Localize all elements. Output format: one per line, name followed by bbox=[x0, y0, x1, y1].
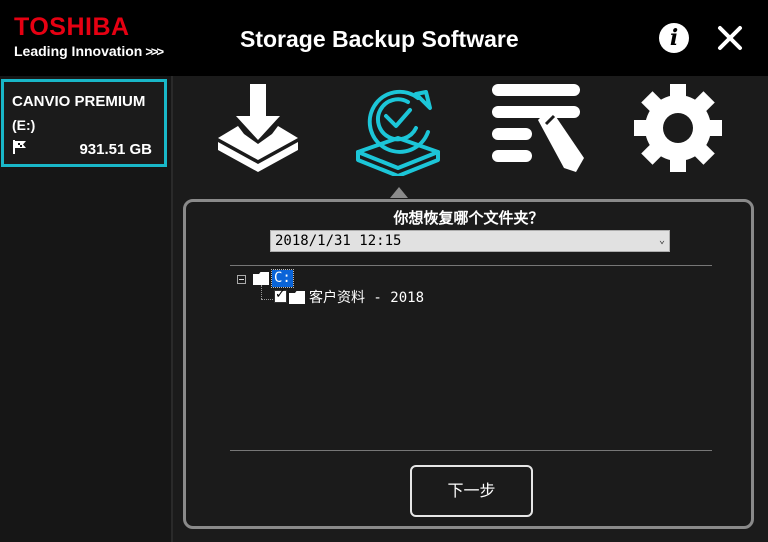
drive-letter: (E:) bbox=[12, 117, 36, 133]
backup-version-select[interactable]: 2018/1/31 12:15 ⌄ bbox=[270, 230, 670, 252]
tagline-text: Leading Innovation bbox=[14, 43, 143, 59]
tree-connector bbox=[261, 285, 262, 299]
app-title: Storage Backup Software bbox=[240, 26, 519, 52]
active-tab-pointer bbox=[390, 187, 408, 198]
flag-icon bbox=[13, 140, 26, 154]
tree-item-customer-data[interactable]: 客户资料 - 2018 bbox=[309, 290, 424, 307]
sidebar: CANVIO PREMIUM (E:) 931.51 GB bbox=[0, 76, 173, 542]
tree-root-c-drive[interactable]: C: bbox=[271, 269, 294, 288]
restore-panel: 你想恢复哪个文件夹？ 2018/1/31 12:15 ⌄ C: ✓ 客户资料 -… bbox=[183, 199, 754, 529]
folder-icon bbox=[289, 291, 305, 304]
folder-icon bbox=[253, 272, 269, 285]
drive-name: CANVIO PREMIUM bbox=[12, 93, 146, 110]
settings-tool-button[interactable] bbox=[630, 80, 726, 176]
toshiba-logo: TOSHIBA Leading Innovation >>> bbox=[14, 13, 164, 61]
restore-cycle-icon bbox=[356, 89, 440, 178]
header-bar: TOSHIBA Leading Innovation >>> Storage Ba… bbox=[0, 0, 768, 76]
checkmark-icon: ✓ bbox=[275, 287, 286, 302]
divider-bottom bbox=[230, 450, 712, 451]
info-button[interactable]: i bbox=[659, 23, 689, 53]
close-icon bbox=[718, 26, 742, 50]
list-pencil-icon bbox=[492, 84, 584, 172]
restore-tool-button[interactable] bbox=[350, 80, 446, 178]
chevron-down-icon: ⌄ bbox=[658, 235, 665, 246]
divider-top bbox=[230, 265, 712, 266]
restore-question: 你想恢复哪个文件夹？ bbox=[393, 209, 544, 227]
logo-tagline: Leading Innovation >>> bbox=[14, 42, 164, 61]
backup-tool-button[interactable] bbox=[210, 80, 306, 176]
drive-card[interactable]: CANVIO PREMIUM (E:) 931.51 GB bbox=[1, 79, 167, 167]
tagline-chevrons: >>> bbox=[145, 44, 164, 59]
download-tray-icon bbox=[218, 84, 298, 172]
log-tool-button[interactable] bbox=[488, 80, 584, 176]
collapse-toggle[interactable] bbox=[237, 275, 246, 284]
close-button[interactable] bbox=[716, 24, 744, 52]
folder-checkbox[interactable]: ✓ bbox=[274, 287, 287, 303]
logo-brand: TOSHIBA bbox=[14, 13, 130, 41]
next-button[interactable]: 下一步 bbox=[410, 465, 533, 517]
backup-version-value: 2018/1/31 12:15 bbox=[275, 233, 402, 249]
drive-capacity: 931.51 GB bbox=[79, 141, 152, 158]
tree-connector bbox=[261, 299, 273, 300]
info-icon: i bbox=[669, 25, 679, 51]
gear-icon bbox=[634, 84, 722, 172]
